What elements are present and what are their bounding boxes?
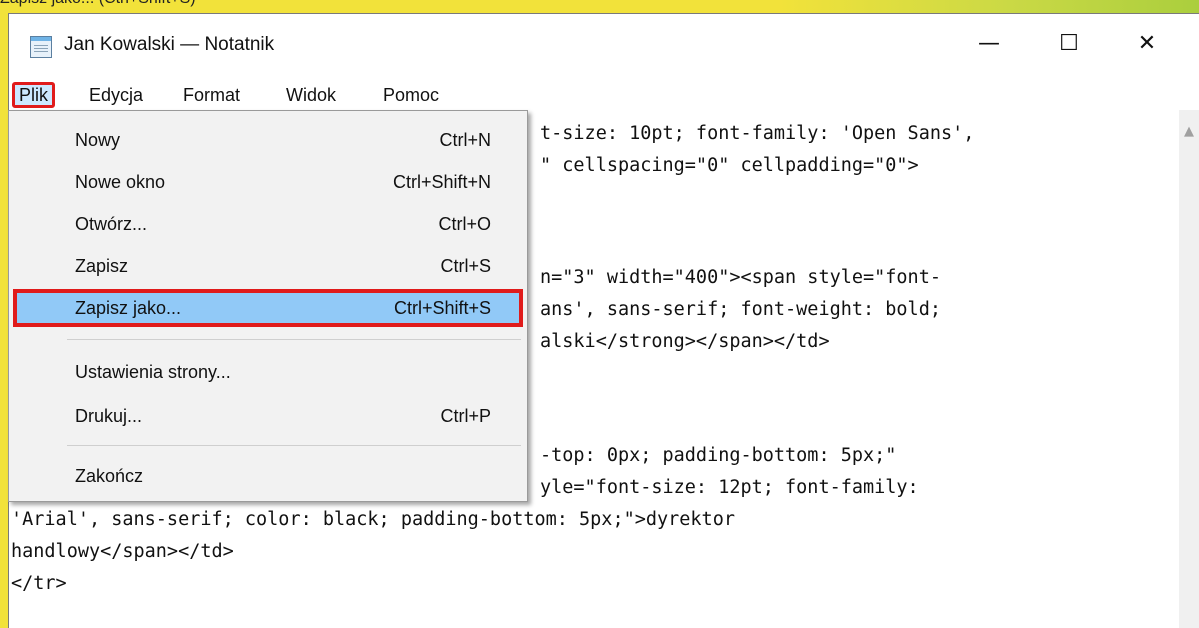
editor-line: 'Arial', sans-serif; color: black; paddi… xyxy=(11,509,735,530)
minimize-button[interactable]: — xyxy=(959,24,1019,64)
menu-item-zapisz-jako[interactable]: Zapisz jako... Ctrl+Shift+S xyxy=(13,289,523,327)
editor-line: yle="font-size: 12pt; font-family: xyxy=(540,477,919,498)
menu-item-otworz[interactable]: Otwórz... Ctrl+O xyxy=(13,205,523,243)
file-menu-dropdown: Nowy Ctrl+N Nowe okno Ctrl+Shift+N Otwór… xyxy=(8,110,528,502)
menu-separator xyxy=(67,339,521,340)
menu-item-nowy[interactable]: Nowy Ctrl+N xyxy=(13,121,523,159)
title-bar[interactable]: Jan Kowalski — Notatnik — ☐ ✕ xyxy=(9,14,1199,76)
vertical-scrollbar[interactable]: ▲ xyxy=(1179,110,1199,628)
menu-item-shortcut: Ctrl+N xyxy=(439,130,491,150)
menu-item-label: Zakończ xyxy=(75,466,144,486)
menu-item-label: Nowe okno xyxy=(75,172,166,192)
menu-item-label: Zapisz jako... xyxy=(75,298,182,318)
menu-item-shortcut: Ctrl+P xyxy=(440,406,491,426)
menu-item-label: Drukuj... xyxy=(75,406,143,426)
close-button[interactable]: ✕ xyxy=(1117,24,1177,64)
menu-item-shortcut: Ctrl+O xyxy=(438,214,491,234)
top-caption: Zapisz jako... (Ctrl+Shift+S) xyxy=(0,0,196,8)
menu-separator xyxy=(67,445,521,446)
menu-item-drukuj[interactable]: Drukuj... Ctrl+P xyxy=(13,397,523,435)
menu-bar: Plik Edycja Format Widok Pomoc xyxy=(9,76,1199,110)
editor-line: alski</strong></span></td> xyxy=(540,331,830,352)
editor-line: handlowy</span></td> xyxy=(11,541,234,562)
editor-line: </tr> xyxy=(11,573,67,594)
maximize-button[interactable]: ☐ xyxy=(1039,24,1099,64)
editor-line: n="3" width="400"><span style="font- xyxy=(540,267,941,288)
editor-line: t-size: 10pt; font-family: 'Open Sans', xyxy=(540,123,975,144)
menu-item-zapisz[interactable]: Zapisz Ctrl+S xyxy=(13,247,523,285)
menu-item-shortcut: Ctrl+S xyxy=(440,256,491,276)
editor-line: " cellspacing="0" cellpadding="0"> xyxy=(540,155,919,176)
menu-format[interactable]: Format xyxy=(179,82,244,108)
window-title: Jan Kowalski — Notatnik xyxy=(64,34,275,55)
editor-line: -top: 0px; padding-bottom: 5px;" xyxy=(540,445,897,466)
menu-item-ustawienia-strony[interactable]: Ustawienia strony... xyxy=(13,353,523,391)
notepad-icon xyxy=(30,36,52,58)
menu-item-label: Otwórz... xyxy=(75,214,148,234)
menu-item-nowe-okno[interactable]: Nowe okno Ctrl+Shift+N xyxy=(13,163,523,201)
menu-item-label: Zapisz xyxy=(75,256,129,276)
menu-item-label: Nowy xyxy=(75,130,121,150)
menu-item-shortcut: Ctrl+Shift+S xyxy=(393,298,491,318)
menu-item-zakoncz[interactable]: Zakończ xyxy=(13,457,523,495)
menu-pomoc[interactable]: Pomoc xyxy=(379,82,443,108)
menu-widok[interactable]: Widok xyxy=(282,82,340,108)
menu-plik[interactable]: Plik xyxy=(12,82,56,108)
menu-item-shortcut: Ctrl+Shift+N xyxy=(392,172,491,192)
menu-item-label: Ustawienia strony... xyxy=(75,362,231,382)
scroll-up-icon[interactable]: ▲ xyxy=(1179,124,1199,139)
editor-line: ans', sans-serif; font-weight: bold; xyxy=(540,299,941,320)
menu-edycja[interactable]: Edycja xyxy=(85,82,147,108)
